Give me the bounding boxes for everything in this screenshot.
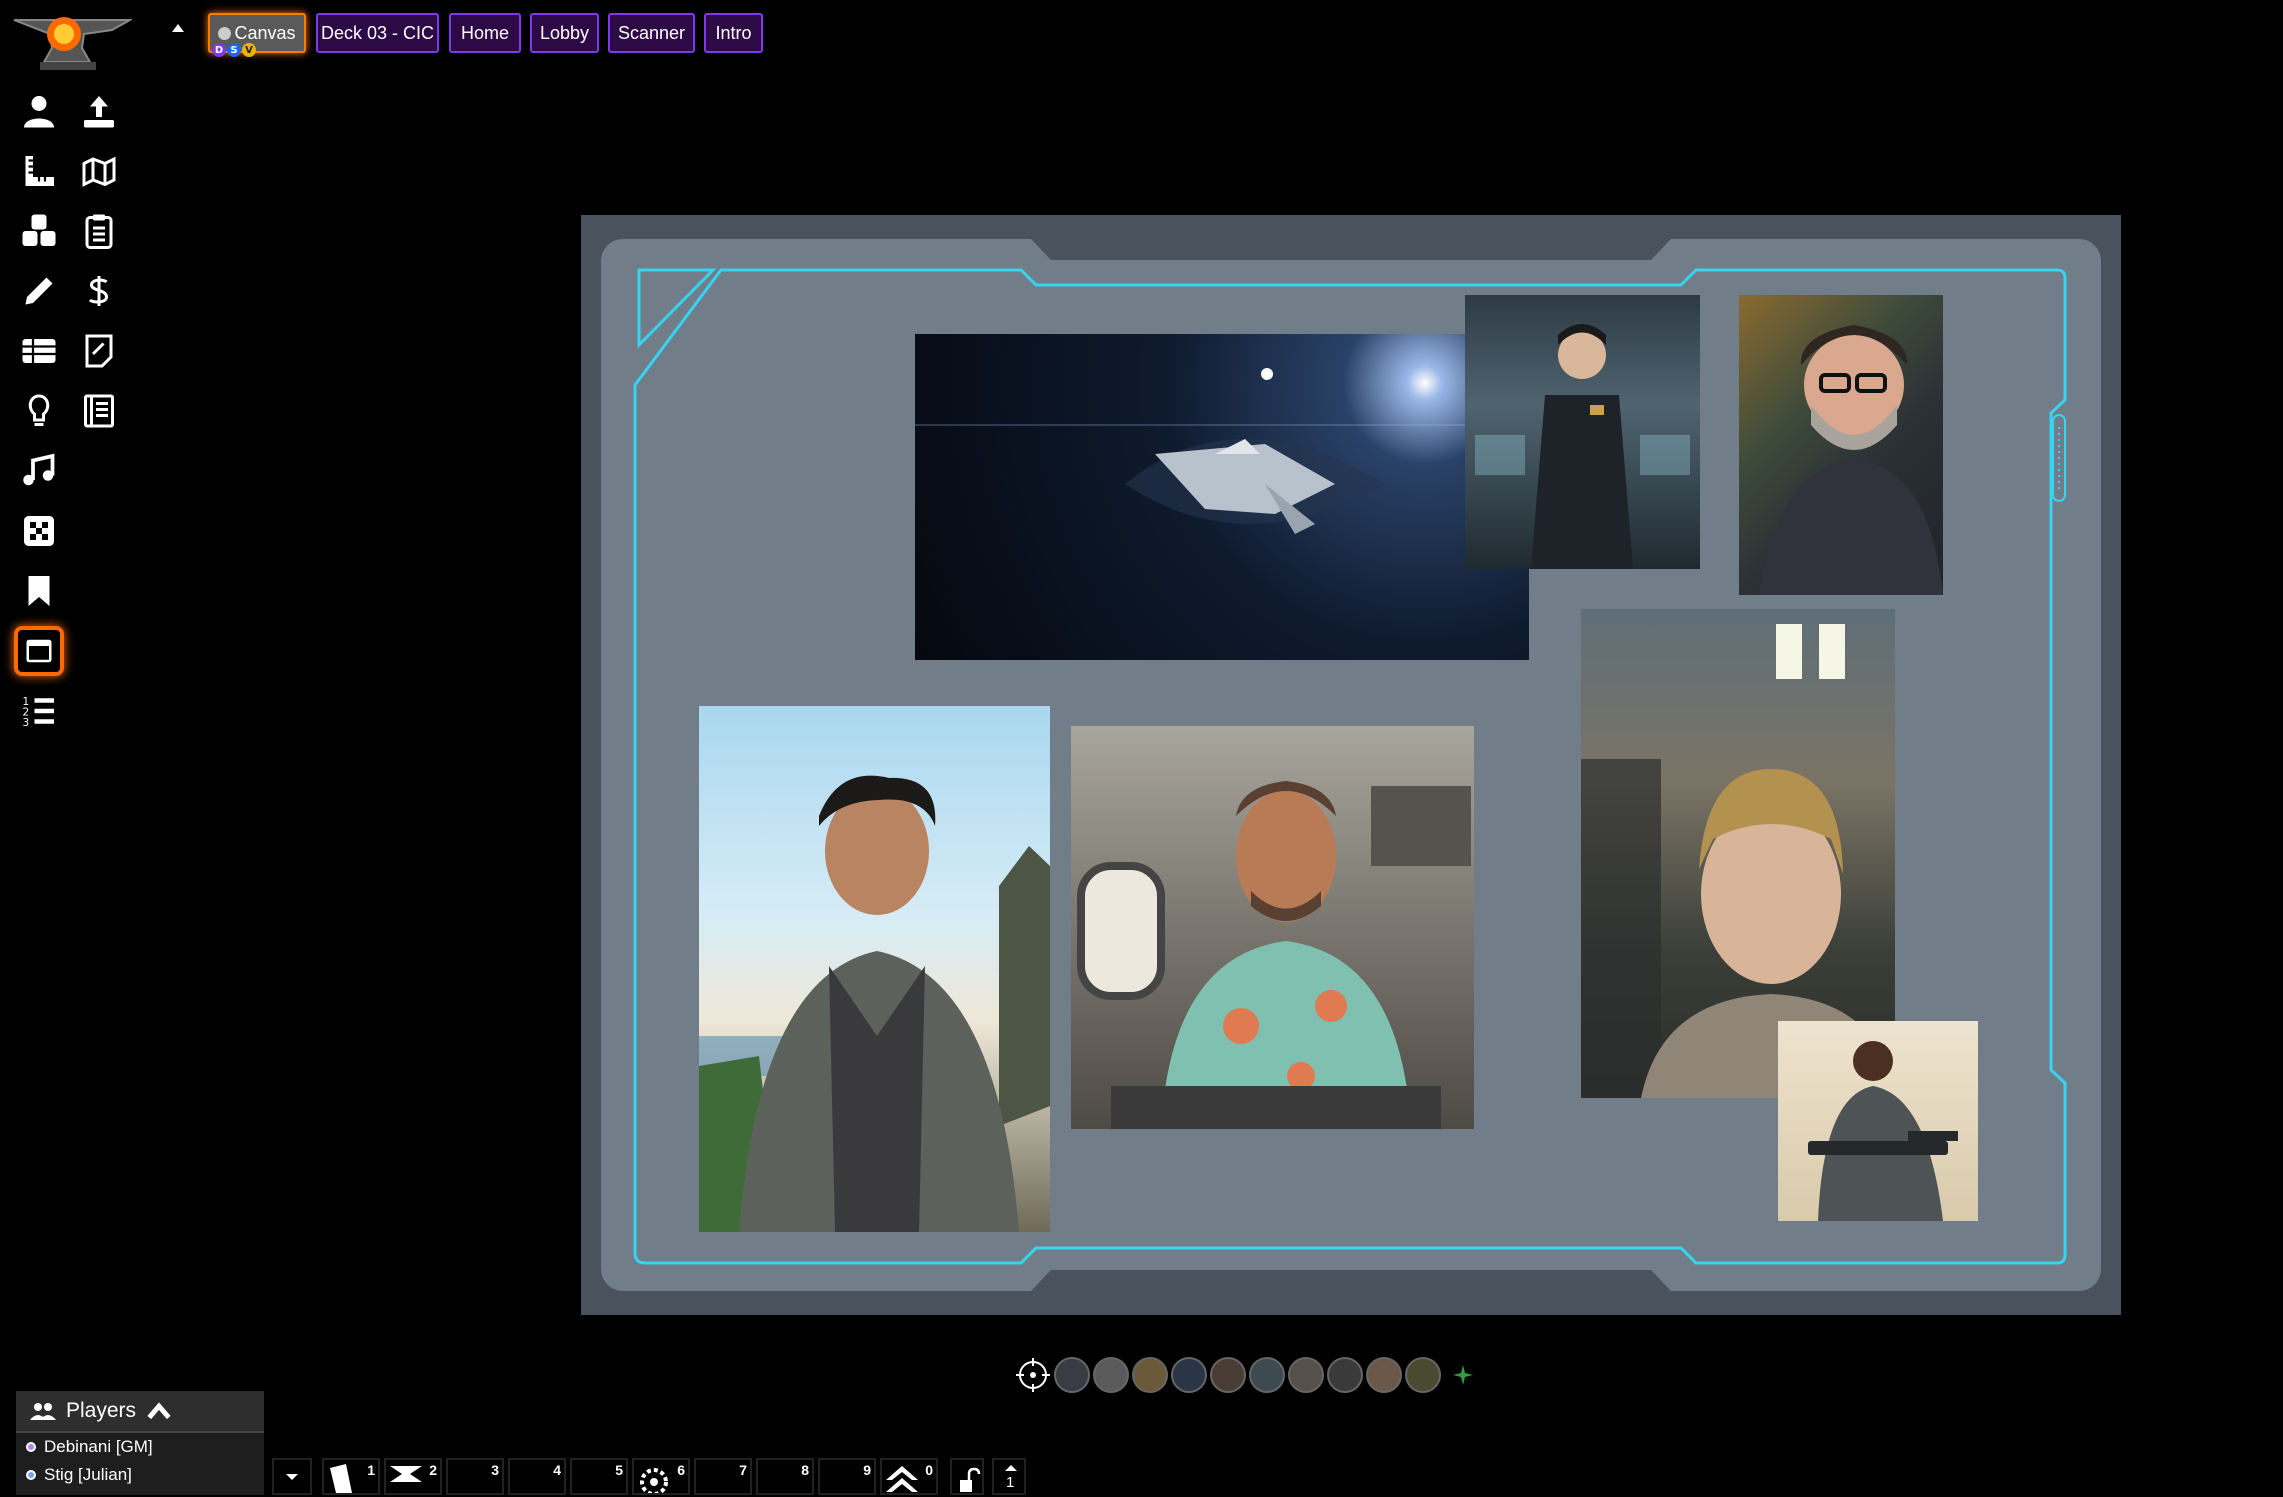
bearded-man-portrait-image[interactable] xyxy=(1739,295,1943,595)
note-icon[interactable] xyxy=(74,326,124,376)
chevrons-up-icon xyxy=(886,1466,918,1492)
token-avatar[interactable] xyxy=(1054,1357,1090,1393)
slot-number: 6 xyxy=(677,1462,685,1478)
slot-number: 0 xyxy=(925,1462,933,1478)
scene-tab-label: Lobby xyxy=(539,22,590,43)
scene-tab-label: Intro xyxy=(715,22,752,43)
app-logo[interactable] xyxy=(12,12,134,72)
hotbar-menu-button[interactable] xyxy=(272,1458,312,1495)
token-avatar[interactable] xyxy=(1210,1357,1246,1393)
add-token-icon[interactable] xyxy=(1452,1364,1474,1386)
hotbar-lock-button[interactable] xyxy=(950,1458,984,1495)
scene-tab-home[interactable]: Home xyxy=(449,13,521,53)
hotbar-slot[interactable]: 2 xyxy=(384,1458,442,1495)
caret-up-icon xyxy=(1005,1465,1017,1471)
scene-player-badges: D S V xyxy=(212,43,256,57)
token-avatar[interactable] xyxy=(1171,1357,1207,1393)
armored-soldier-portrait-image[interactable] xyxy=(1778,1021,1978,1221)
token-avatar[interactable] xyxy=(1132,1357,1168,1393)
token-bar xyxy=(1015,1357,1474,1393)
token-avatar[interactable] xyxy=(1366,1357,1402,1393)
players-panel: Players Debinani [GM] Stig [Julian] xyxy=(16,1391,264,1495)
anvil-logo-icon xyxy=(13,17,134,70)
player-color-dot xyxy=(26,1470,36,1480)
target-icon[interactable] xyxy=(1015,1357,1051,1393)
scene-tab-label: Deck 03 - CIC xyxy=(320,22,435,43)
pencil-icon[interactable] xyxy=(14,266,64,316)
users-icon xyxy=(30,1403,56,1420)
man-vest-portrait-image[interactable] xyxy=(699,706,1050,1232)
window-icon[interactable] xyxy=(14,626,64,676)
person-icon[interactable] xyxy=(14,86,64,136)
slot-number: 4 xyxy=(553,1462,561,1478)
table-icon[interactable] xyxy=(14,326,64,376)
player-badge: V xyxy=(242,43,256,57)
player-name: Debinani [GM] xyxy=(44,1437,153,1456)
player-color-dot xyxy=(26,1442,36,1452)
token-avatar[interactable] xyxy=(1405,1357,1441,1393)
scene-tab-scanner[interactable]: Scanner xyxy=(608,13,695,53)
pilot-portrait-image[interactable] xyxy=(1071,726,1474,1129)
slot-number: 8 xyxy=(801,1462,809,1478)
list-icon[interactable]: 123 xyxy=(14,686,64,736)
lock-open-icon xyxy=(960,1467,981,1492)
hotbar-slot[interactable]: 4 xyxy=(508,1458,566,1495)
slot-number: 2 xyxy=(429,1462,437,1478)
chevron-up-icon[interactable] xyxy=(146,1401,172,1421)
slot-number: 5 xyxy=(615,1462,623,1478)
hotbar-slot[interactable]: 1 xyxy=(322,1458,380,1495)
player-row[interactable]: Stig [Julian] xyxy=(16,1461,264,1489)
player-badge: S xyxy=(227,43,241,57)
slot-number: 3 xyxy=(491,1462,499,1478)
bookmark-icon[interactable] xyxy=(14,566,64,616)
hotbar-slot[interactable]: 7 xyxy=(694,1458,752,1495)
scene-canvas[interactable] xyxy=(581,215,2121,1315)
player-name: Stig [Julian] xyxy=(44,1465,132,1484)
svg-text:3: 3 xyxy=(23,717,30,729)
dice-icon[interactable] xyxy=(14,206,64,256)
gear-icon xyxy=(640,1468,668,1496)
scene-nav-collapse-icon[interactable] xyxy=(172,24,184,32)
slot-number: 7 xyxy=(739,1462,747,1478)
cards-icon xyxy=(330,1464,352,1493)
token-avatar[interactable] xyxy=(1093,1357,1129,1393)
scene-tab-deck-03-cic[interactable]: Deck 03 - CIC xyxy=(316,13,439,53)
token-avatar[interactable] xyxy=(1249,1357,1285,1393)
spaceship-image[interactable] xyxy=(915,334,1529,660)
arrows-icon xyxy=(390,1466,422,1482)
scene-tab-intro[interactable]: Intro xyxy=(704,13,763,53)
scene-tab-label: Home xyxy=(460,22,509,43)
caret-down-icon xyxy=(286,1474,298,1480)
players-title: Players xyxy=(66,1399,137,1422)
hotbar-page-control[interactable]: 1 xyxy=(992,1458,1026,1495)
scene-tab-lobby[interactable]: Lobby xyxy=(530,13,599,53)
officer-portrait-image[interactable] xyxy=(1465,295,1700,569)
player-badge: D xyxy=(212,43,226,57)
upload-icon[interactable] xyxy=(74,86,124,136)
hotbar-page-number: 1 xyxy=(1006,1474,1015,1491)
music-icon[interactable] xyxy=(14,446,64,496)
slot-number: 1 xyxy=(367,1462,375,1478)
clipboard-icon[interactable] xyxy=(74,206,124,256)
hotbar-slot[interactable]: 6 xyxy=(632,1458,690,1496)
players-header[interactable]: Players xyxy=(16,1391,264,1433)
token-avatar[interactable] xyxy=(1327,1357,1363,1393)
hotbar-slot[interactable]: 5 xyxy=(570,1458,628,1495)
hotbar-slot[interactable]: 8 xyxy=(756,1458,814,1495)
hotbar-slot[interactable]: 3 xyxy=(446,1458,504,1495)
scene-active-icon xyxy=(218,26,232,40)
slot-number: 9 xyxy=(863,1462,871,1478)
scene-tab-label: Scanner xyxy=(617,22,686,43)
token-avatar[interactable] xyxy=(1288,1357,1324,1393)
hotbar-slot[interactable]: 9 xyxy=(818,1458,876,1495)
journal-icon[interactable] xyxy=(74,386,124,436)
dollar-icon[interactable] xyxy=(74,266,124,316)
checker-icon[interactable] xyxy=(14,506,64,556)
lightbulb-icon[interactable] xyxy=(14,386,64,436)
map-icon[interactable] xyxy=(74,146,124,196)
player-row[interactable]: Debinani [GM] xyxy=(16,1433,264,1461)
scene-tab-label: Canvas xyxy=(234,22,296,43)
ruler-icon[interactable] xyxy=(14,146,64,196)
hotbar-slot[interactable]: 0 xyxy=(880,1458,938,1495)
